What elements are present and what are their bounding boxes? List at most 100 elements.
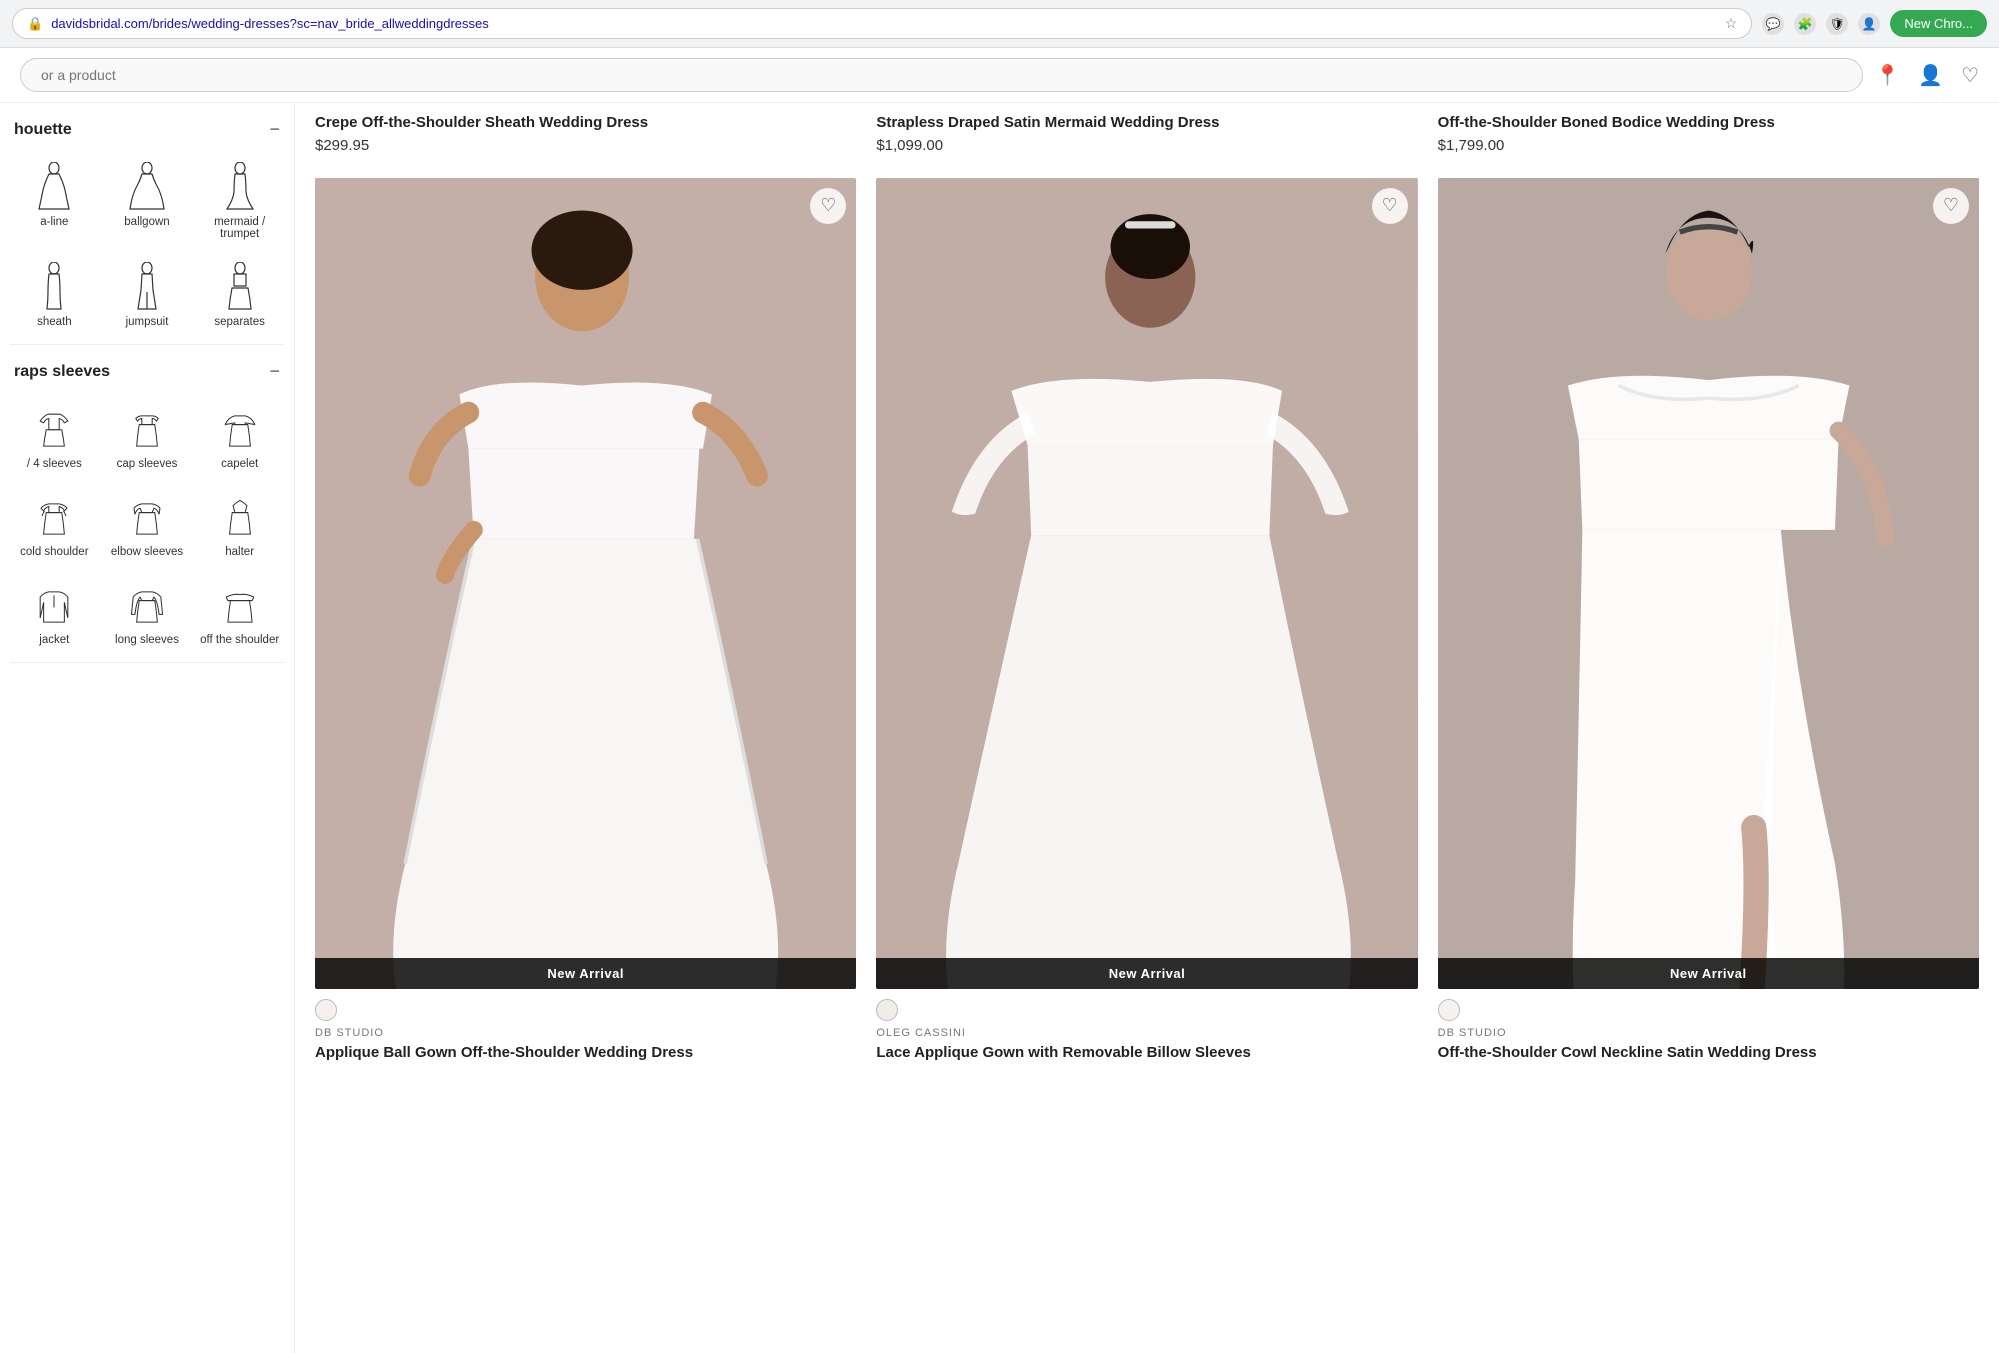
halter-icon: [218, 490, 262, 542]
sidebar-item-jacket[interactable]: jacket: [10, 572, 99, 652]
jacket-label: jacket: [39, 634, 69, 646]
browser-chrome: 🔒 davidsbridal.com/brides/wedding-dresse…: [0, 0, 1999, 48]
color-swatch-1-white[interactable]: [315, 999, 337, 1021]
sidebar-item-sheath[interactable]: sheath: [10, 254, 99, 334]
prev-product-3[interactable]: Off-the-Shoulder Boned Bodice Wedding Dr…: [1438, 113, 1979, 154]
jumpsuit-label: jumpsuit: [126, 316, 169, 328]
sidebar-item-mermaid[interactable]: mermaid / trumpet: [195, 154, 284, 246]
sidebar-item-long-sleeves[interactable]: long sleeves: [103, 572, 192, 652]
silhouette-title: houette: [14, 121, 72, 139]
prev-product-1-name: Crepe Off-the-Shoulder Sheath Wedding Dr…: [315, 113, 856, 133]
sidebar-item-a-line[interactable]: a-line: [10, 154, 99, 246]
product-area: Crepe Off-the-Shoulder Sheath Wedding Dr…: [295, 103, 1999, 1353]
silhouette-section: houette − a-line: [10, 103, 284, 345]
product-1-name: Applique Ball Gown Off-the-Shoulder Wedd…: [315, 1043, 856, 1063]
straps-section: raps sleeves − / 4 sleeves: [10, 345, 284, 663]
product-card-2[interactable]: ♡ New Arrival OLEG CASSINI Lace Applique…: [876, 178, 1417, 1064]
silhouette-collapse-icon[interactable]: −: [269, 119, 280, 140]
separates-icon: [218, 260, 262, 312]
jumpsuit-icon: [125, 260, 169, 312]
product-2-swatches: [876, 999, 1417, 1021]
straps-collapse-icon[interactable]: −: [269, 361, 280, 382]
product-card-1[interactable]: ♡ New Arrival DB STUDIO Applique Ball Go…: [315, 178, 856, 1064]
sidebar-item-off-the-shoulder[interactable]: off the shoulder: [195, 572, 284, 652]
dress-figure-1: [315, 178, 856, 990]
prev-product-2-price: $1,099.00: [876, 137, 1417, 154]
color-swatch-3-white[interactable]: [1438, 999, 1460, 1021]
separates-label: separates: [214, 316, 265, 328]
new-arrival-badge-3: New Arrival: [1438, 958, 1979, 989]
sidebar-item-cap-sleeves[interactable]: cap sleeves: [103, 396, 192, 476]
silhouette-header: houette −: [10, 119, 284, 140]
wishlist-button-1[interactable]: ♡: [810, 188, 846, 224]
new-arrival-badge-1: New Arrival: [315, 958, 856, 989]
a-line-label: a-line: [40, 216, 68, 228]
dress-figure-3: [1438, 178, 1979, 990]
sidebar-item-elbow-sleeves[interactable]: elbow sleeves: [103, 484, 192, 564]
prev-product-3-price: $1,799.00: [1438, 137, 1979, 154]
long-sleeves-label: long sleeves: [115, 634, 179, 646]
new-chrome-button[interactable]: New Chro...: [1890, 10, 1987, 37]
jacket-icon: [32, 578, 76, 630]
mermaid-icon: [218, 160, 262, 212]
product-2-image: ♡ New Arrival: [876, 178, 1417, 990]
off-the-shoulder-icon: [218, 578, 262, 630]
product-card-3[interactable]: ♡ New Arrival DB STUDIO Off-the-Shoulder…: [1438, 178, 1979, 1064]
straps-grid: / 4 sleeves cap sleeves: [10, 396, 284, 652]
profile-icon[interactable]: 👤: [1858, 13, 1880, 35]
product-3-brand: DB STUDIO: [1438, 1027, 1979, 1039]
url-bar[interactable]: 🔒 davidsbridal.com/brides/wedding-dresse…: [12, 8, 1752, 39]
product-2-brand: OLEG CASSINI: [876, 1027, 1417, 1039]
sidebar-item-separates[interactable]: separates: [195, 254, 284, 334]
straps-header: raps sleeves −: [10, 361, 284, 382]
shield-icon[interactable]: 🛡: [1826, 13, 1848, 35]
search-input[interactable]: [20, 58, 1863, 92]
sheath-icon: [32, 260, 76, 312]
previous-products-row: Crepe Off-the-Shoulder Sheath Wedding Dr…: [315, 103, 1979, 154]
prev-product-2[interactable]: Strapless Draped Satin Mermaid Wedding D…: [876, 113, 1417, 154]
color-swatch-2-ivory[interactable]: [876, 999, 898, 1021]
main-layout: houette − a-line: [0, 103, 1999, 1353]
wishlist-icon[interactable]: ♡: [1961, 63, 1979, 88]
3-4-sleeves-icon: [32, 402, 76, 454]
location-icon[interactable]: 📍: [1875, 63, 1900, 88]
dress-figure-2: [876, 178, 1417, 990]
elbow-sleeves-label: elbow sleeves: [111, 546, 183, 558]
silhouette-grid: a-line ballgown: [10, 154, 284, 334]
bookmark-icon: ☆: [1725, 15, 1738, 32]
url-text: davidsbridal.com/brides/wedding-dresses?…: [51, 16, 1717, 31]
elbow-sleeves-icon: [125, 490, 169, 542]
ballgown-label: ballgown: [124, 216, 169, 228]
sidebar-item-ballgown[interactable]: ballgown: [103, 154, 192, 246]
capelet-icon: [218, 402, 262, 454]
cold-shoulder-label: cold shoulder: [20, 546, 88, 558]
wishlist-button-2[interactable]: ♡: [1372, 188, 1408, 224]
product-3-image: ♡ New Arrival: [1438, 178, 1979, 990]
sidebar-item-halter[interactable]: halter: [195, 484, 284, 564]
sidebar-item-capelet[interactable]: capelet: [195, 396, 284, 476]
wishlist-button-3[interactable]: ♡: [1933, 188, 1969, 224]
off-the-shoulder-label: off the shoulder: [200, 634, 279, 646]
product-1-swatches: [315, 999, 856, 1021]
extensions-icon[interactable]: 🧩: [1794, 13, 1816, 35]
whatsapp-icon[interactable]: 💬: [1762, 13, 1784, 35]
product-3-name: Off-the-Shoulder Cowl Neckline Satin Wed…: [1438, 1043, 1979, 1063]
product-3-swatches: [1438, 999, 1979, 1021]
product-grid: ♡ New Arrival DB STUDIO Applique Ball Go…: [315, 178, 1979, 1064]
lock-icon: 🔒: [27, 16, 43, 32]
a-line-icon: [32, 160, 76, 212]
account-icon[interactable]: 👤: [1918, 63, 1943, 88]
prev-product-2-name: Strapless Draped Satin Mermaid Wedding D…: [876, 113, 1417, 133]
cap-sleeves-label: cap sleeves: [117, 458, 178, 470]
prev-product-1[interactable]: Crepe Off-the-Shoulder Sheath Wedding Dr…: [315, 113, 856, 154]
cap-sleeves-icon: [125, 402, 169, 454]
product-1-image: ♡ New Arrival: [315, 178, 856, 990]
sidebar-item-jumpsuit[interactable]: jumpsuit: [103, 254, 192, 334]
sidebar-item-3-4-sleeves[interactable]: / 4 sleeves: [10, 396, 99, 476]
sidebar-item-cold-shoulder[interactable]: cold shoulder: [10, 484, 99, 564]
sheath-label: sheath: [37, 316, 72, 328]
3-4-sleeves-label: / 4 sleeves: [27, 458, 82, 470]
mermaid-label: mermaid / trumpet: [197, 216, 282, 240]
capelet-label: capelet: [221, 458, 258, 470]
product-1-brand: DB STUDIO: [315, 1027, 856, 1039]
